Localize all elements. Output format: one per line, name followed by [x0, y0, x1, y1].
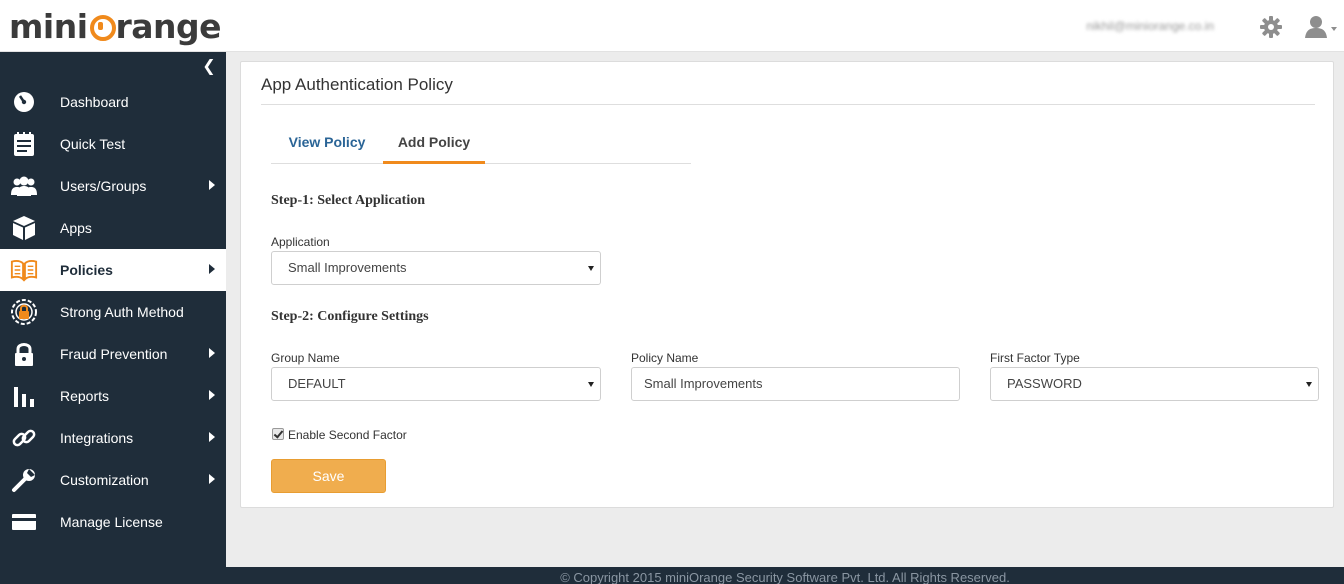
credit-card-icon	[10, 509, 38, 535]
sidebar-item-label: Apps	[60, 220, 92, 236]
sidebar-item-label: Dashboard	[60, 94, 129, 110]
group-name-label: Group Name	[271, 351, 340, 365]
users-icon	[10, 173, 38, 199]
first-factor-type-label: First Factor Type	[990, 351, 1080, 365]
sidebar-item-label: Users/Groups	[60, 178, 147, 194]
group-name-select[interactable]: DEFAULT	[271, 367, 601, 401]
sidebar-item-users-groups[interactable]: Users/Groups	[0, 165, 226, 207]
policy-card: App Authentication Policy View Policy Ad…	[240, 61, 1334, 508]
submenu-arrow-icon	[209, 390, 215, 400]
submenu-arrow-icon	[209, 348, 215, 358]
lock-icon	[10, 341, 38, 367]
step-1-heading: Step-1: Select Application	[271, 193, 425, 208]
sidebar-item-label: Policies	[60, 262, 113, 278]
sidebar-item-label: Strong Auth Method	[60, 304, 184, 320]
sidebar-item-label: Customization	[60, 472, 149, 488]
sidebar-item-policies[interactable]: Policies	[0, 249, 226, 291]
first-factor-type-select[interactable]: PASSWORD	[990, 367, 1319, 401]
title-divider	[261, 104, 1315, 105]
chevron-down-icon	[1306, 382, 1312, 387]
footer-copyright: © Copyright 2015 miniOrange Security Sof…	[226, 567, 1344, 584]
gear-icon[interactable]	[1259, 15, 1283, 39]
link-icon	[10, 425, 38, 451]
bar-chart-icon	[10, 383, 38, 409]
policy-name-label: Policy Name	[631, 351, 699, 365]
dashboard-icon	[10, 89, 38, 115]
sidebar: ❮ Dashboard Quick Test Users/Groups Apps…	[0, 52, 226, 584]
cube-icon	[10, 215, 38, 241]
sidebar-item-label: Manage License	[60, 514, 163, 530]
enable-second-factor-label: Enable Second Factor	[288, 428, 407, 442]
chevron-down-icon	[588, 266, 594, 271]
sidebar-item-dashboard[interactable]: Dashboard	[0, 81, 226, 123]
application-label: Application	[271, 235, 330, 249]
user-menu-icon[interactable]	[1304, 14, 1338, 40]
sidebar-item-integrations[interactable]: Integrations	[0, 417, 226, 459]
logo-text-left: mini	[9, 6, 88, 46]
chevron-down-icon	[588, 382, 594, 387]
fingerprint-lock-icon	[10, 299, 38, 325]
submenu-arrow-icon	[209, 264, 215, 274]
tab-add-policy[interactable]: Add Policy	[383, 122, 485, 164]
group-name-select-value: DEFAULT	[288, 376, 346, 391]
sidebar-item-customization[interactable]: Customization	[0, 459, 226, 501]
sidebar-item-label: Integrations	[60, 430, 134, 446]
book-icon	[10, 257, 38, 283]
save-button[interactable]: Save	[271, 459, 386, 493]
page-title: App Authentication Policy	[261, 75, 453, 94]
wrench-icon	[10, 467, 38, 493]
submenu-arrow-icon	[209, 432, 215, 442]
policy-tabs: View Policy Add Policy	[271, 122, 691, 164]
sidebar-item-manage-license[interactable]: Manage License	[0, 501, 226, 543]
user-email: nikhil@miniorange.co.in	[1086, 19, 1214, 33]
sidebar-item-reports[interactable]: Reports	[0, 375, 226, 417]
enable-second-factor-checkbox[interactable]	[272, 428, 284, 440]
application-select[interactable]: Small Improvements	[271, 251, 601, 285]
logo-text-right: range	[115, 6, 222, 46]
sidebar-item-apps[interactable]: Apps	[0, 207, 226, 249]
collapse-sidebar-icon[interactable]: ❮	[200, 58, 218, 76]
sidebar-nav: Dashboard Quick Test Users/Groups Apps P…	[0, 81, 226, 543]
sidebar-item-label: Reports	[60, 388, 110, 404]
policy-name-input[interactable]: Small Improvements	[631, 367, 960, 401]
application-select-value: Small Improvements	[288, 260, 407, 275]
sidebar-item-quick-test[interactable]: Quick Test	[0, 123, 226, 165]
top-bar: mini range nikhil@miniorange.co.in	[0, 0, 1344, 52]
sidebar-item-label: Fraud Prevention	[60, 346, 168, 362]
submenu-arrow-icon	[209, 474, 215, 484]
tab-view-policy[interactable]: View Policy	[271, 122, 383, 164]
notepad-icon	[10, 131, 38, 157]
miniorange-logo[interactable]: mini range	[9, 4, 222, 48]
sidebar-item-strong-auth-method[interactable]: Strong Auth Method	[0, 291, 226, 333]
logo-o-keyhole-icon	[89, 11, 116, 41]
submenu-arrow-icon	[209, 180, 215, 190]
sidebar-item-label: Quick Test	[60, 136, 126, 152]
sidebar-item-fraud-prevention[interactable]: Fraud Prevention	[0, 333, 226, 375]
first-factor-type-value: PASSWORD	[1007, 376, 1082, 391]
step-2-heading: Step-2: Configure Settings	[271, 309, 429, 324]
